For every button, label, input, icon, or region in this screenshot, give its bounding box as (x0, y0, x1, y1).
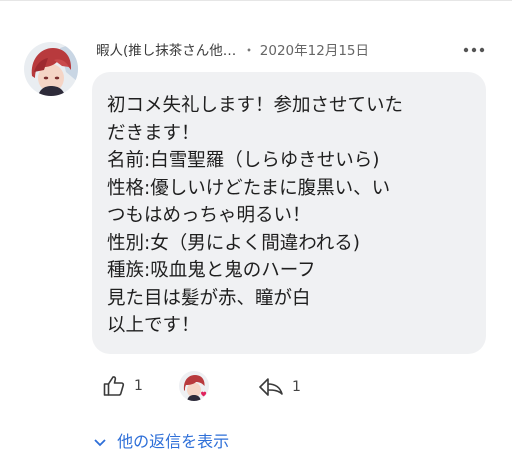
comment-line: つもはめっちゃ明るい！ (107, 205, 311, 226)
comment-line: 性別:女（男によく間違われる) (107, 232, 361, 254)
more-vertical-dots-icon (463, 47, 485, 53)
chevron-down-icon (94, 438, 106, 446)
avatar-image (24, 42, 78, 96)
comment-line: 種族:吸血鬼と鬼のハーフ (107, 260, 316, 281)
reply-count: 1 (292, 379, 301, 395)
show-more-replies-label: 他の返信を表示 (117, 432, 230, 451)
top-divider (0, 0, 512, 1)
like-count: 1 (134, 378, 143, 394)
author-avatar[interactable] (24, 42, 78, 96)
comment-line: 以上です！ (107, 315, 200, 336)
comment-line: 見た目は髪が赤、瞳が白 (107, 287, 311, 309)
comment-header: 暇人(推し抹茶さん他… ・ 2020年12月15日 (96, 38, 369, 60)
author-name[interactable]: 暇人(推し抹茶さん他… (96, 39, 236, 59)
comment-line: だきます！ (107, 122, 200, 144)
thumbs-up-icon (103, 376, 125, 396)
comment-line: 名前:白雪聖羅（しらゆきせいら) (107, 150, 380, 171)
comment-date: 2020年12月15日 (259, 43, 369, 59)
like-button[interactable]: 1 (102, 374, 143, 398)
reply-arrow-icon (259, 378, 283, 396)
comment-bubble: 初コメ失礼します！参加させていた だきます！ 名前:白雪聖羅（しらゆきせいら) … (92, 72, 486, 354)
comment-line: 初コメ失礼します！参加させていた (107, 95, 404, 116)
more-options-button[interactable] (458, 40, 490, 60)
comment-line: 性格:優しいけどたまに腹黒い、い (107, 177, 391, 199)
avatar-image (179, 371, 209, 401)
header-separator: ・ (242, 43, 256, 59)
reply-button[interactable]: 1 (258, 376, 301, 398)
show-more-replies-link[interactable]: 他の返信を表示 (94, 428, 229, 452)
creator-heart-avatar (179, 371, 209, 401)
